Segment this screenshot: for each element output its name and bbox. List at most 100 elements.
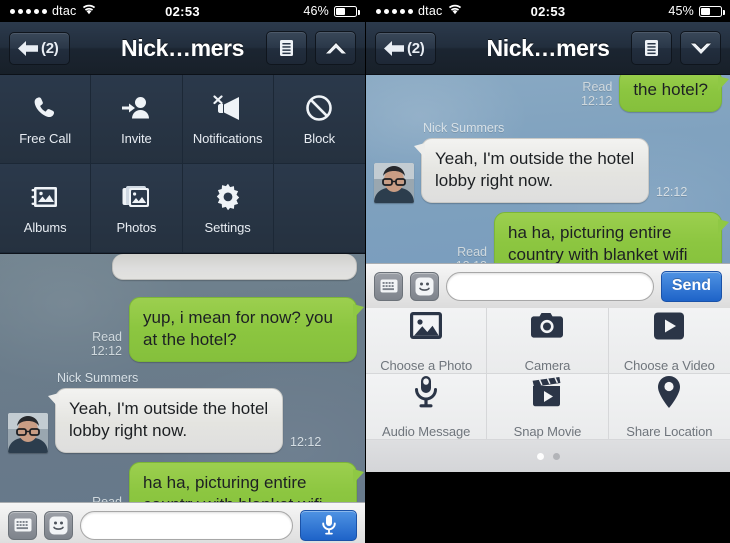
phone-left: dtac 02:53 46% (2) Nick…mers Free Call I… [0,0,365,543]
emoji-button[interactable] [410,271,439,301]
back-button[interactable]: (2) [9,31,71,65]
message-row: Read 12:12 yup, i mean for now? you at t… [0,297,365,362]
camera-icon [529,308,565,344]
chevron-up-icon [325,42,346,53]
chevron-down-icon [690,43,711,54]
attachment-pager[interactable] [366,440,730,472]
avatar[interactable] [374,163,414,203]
menu-button[interactable] [266,31,307,65]
panel-toggle-button[interactable] [680,31,721,65]
action-label: Invite [121,131,152,146]
message-row: Nick Summers Yeah, I'm outside the hotel… [366,121,730,203]
menu-button[interactable] [631,31,672,65]
message-row: Nick Summers Yeah, I'm outside the hotel… [0,371,365,453]
clipped-bubble-top [112,254,357,280]
keyboard-button[interactable] [374,271,403,301]
pager-dot-active[interactable] [536,452,544,460]
attachment-camera[interactable]: Camera [487,308,609,374]
sender-name: Nick Summers [423,121,505,135]
message-input[interactable] [446,271,654,301]
action-photos[interactable]: Photos [91,164,183,253]
action-free-call[interactable]: Free Call [0,75,92,164]
action-label: Settings [204,220,251,235]
album-icon [30,181,60,211]
attachment-panel: Choose a Photo Camera Choose a Video Aud… [366,308,730,472]
location-pin-icon [656,374,682,410]
action-block[interactable]: Block [273,75,365,164]
chat-scroll-right[interactable]: Read 12:12 the hotel? Nick Summers Yeah,… [366,75,730,263]
battery-icon [334,5,360,17]
action-label: Albums [23,220,67,235]
message-row: Read 12:13 ha ha, picturing entire count… [0,462,365,502]
keyboard-button[interactable] [8,510,37,540]
attachment-label: Snap Movie [513,424,582,439]
back-button[interactable]: (2) [375,31,437,65]
pager-dot[interactable] [552,452,560,460]
status-bar-left: dtac 02:53 46% [0,0,365,22]
block-icon [305,92,333,122]
message-input[interactable] [80,510,293,540]
emoji-button[interactable] [44,510,73,540]
screenshot-root: dtac 02:53 46% (2) Nick…mers Free Call I… [0,0,730,543]
message-bubble[interactable]: the hotel? [619,75,729,112]
battery-icon [699,5,725,17]
message-bubble[interactable]: Yeah, I'm outside the hotel lobby right … [48,388,283,453]
message-meta: Read 12:13 [456,245,487,263]
action-label: Free Call [19,131,72,146]
message-row: Read 12:12 the hotel? [366,75,730,112]
action-label: Notifications [192,131,263,146]
photo-icon [408,308,444,344]
nav-bar-right: (2) Nick…mers [366,22,730,75]
action-label: Photos [116,220,157,235]
panel-toggle-button[interactable] [315,31,356,65]
attachment-snap-movie[interactable]: Snap Movie [487,374,609,440]
list-menu-icon [645,40,658,56]
phone-icon [31,92,59,122]
read-status: Read [582,80,613,94]
attachment-label: Camera [524,358,571,373]
input-bar-left [0,502,365,543]
read-status: Read [457,245,487,259]
attachment-label: Choose a Photo [380,358,473,373]
megaphone-mute-icon [213,92,243,122]
video-play-icon [652,308,686,344]
smiley-icon [49,516,68,534]
quick-action-grid: Free Call Invite Notifications Block Alb… [0,75,365,254]
attachment-choose-video[interactable]: Choose a Video [608,308,730,374]
back-count-label: (2) [407,39,425,57]
attachment-choose-photo[interactable]: Choose a Photo [366,308,488,374]
add-person-icon [121,92,151,122]
voice-message-button[interactable] [300,509,357,541]
read-status: Read [92,330,122,344]
read-status: Read [92,495,122,502]
message-time: 12:12 [90,344,122,358]
send-button[interactable]: Send [660,270,722,302]
message-bubble[interactable]: Yeah, I'm outside the hotel lobby right … [414,138,649,203]
attachment-audio-message[interactable]: Audio Message [366,374,488,440]
attachment-label: Audio Message [382,424,471,439]
attachment-label: Share Location [626,424,713,439]
back-arrow-icon [18,40,38,56]
action-albums[interactable]: Albums [0,164,92,253]
microphone-icon [321,515,336,535]
status-bar-right: dtac 02:53 45% [366,0,730,22]
attachment-share-location[interactable]: Share Location [608,374,730,440]
attachment-label: Choose a Video [623,358,715,373]
message-bubble[interactable]: ha ha, picturing entire country with bla… [494,212,729,263]
message-time: 12:13 [456,259,487,263]
message-bubble[interactable]: ha ha, picturing entire country with bla… [129,462,364,502]
status-time: 02:53 [165,3,200,19]
avatar[interactable] [8,413,48,453]
chat-scroll-left[interactable]: Read 12:12 yup, i mean for now? you at t… [0,254,365,502]
back-count-label: (2) [41,39,59,57]
action-notifications[interactable]: Notifications [182,75,274,164]
back-arrow-icon [384,40,404,56]
message-bubble[interactable]: yup, i mean for now? you at the hotel? [129,297,364,362]
smiley-icon [415,277,434,295]
action-settings[interactable]: Settings [182,164,274,253]
action-invite[interactable]: Invite [91,75,183,164]
keyboard-icon [380,279,397,293]
message-time: 12:12 [581,94,613,108]
message-meta: Read 12:12 [91,330,122,358]
nav-bar-left: (2) Nick…mers [0,22,365,75]
